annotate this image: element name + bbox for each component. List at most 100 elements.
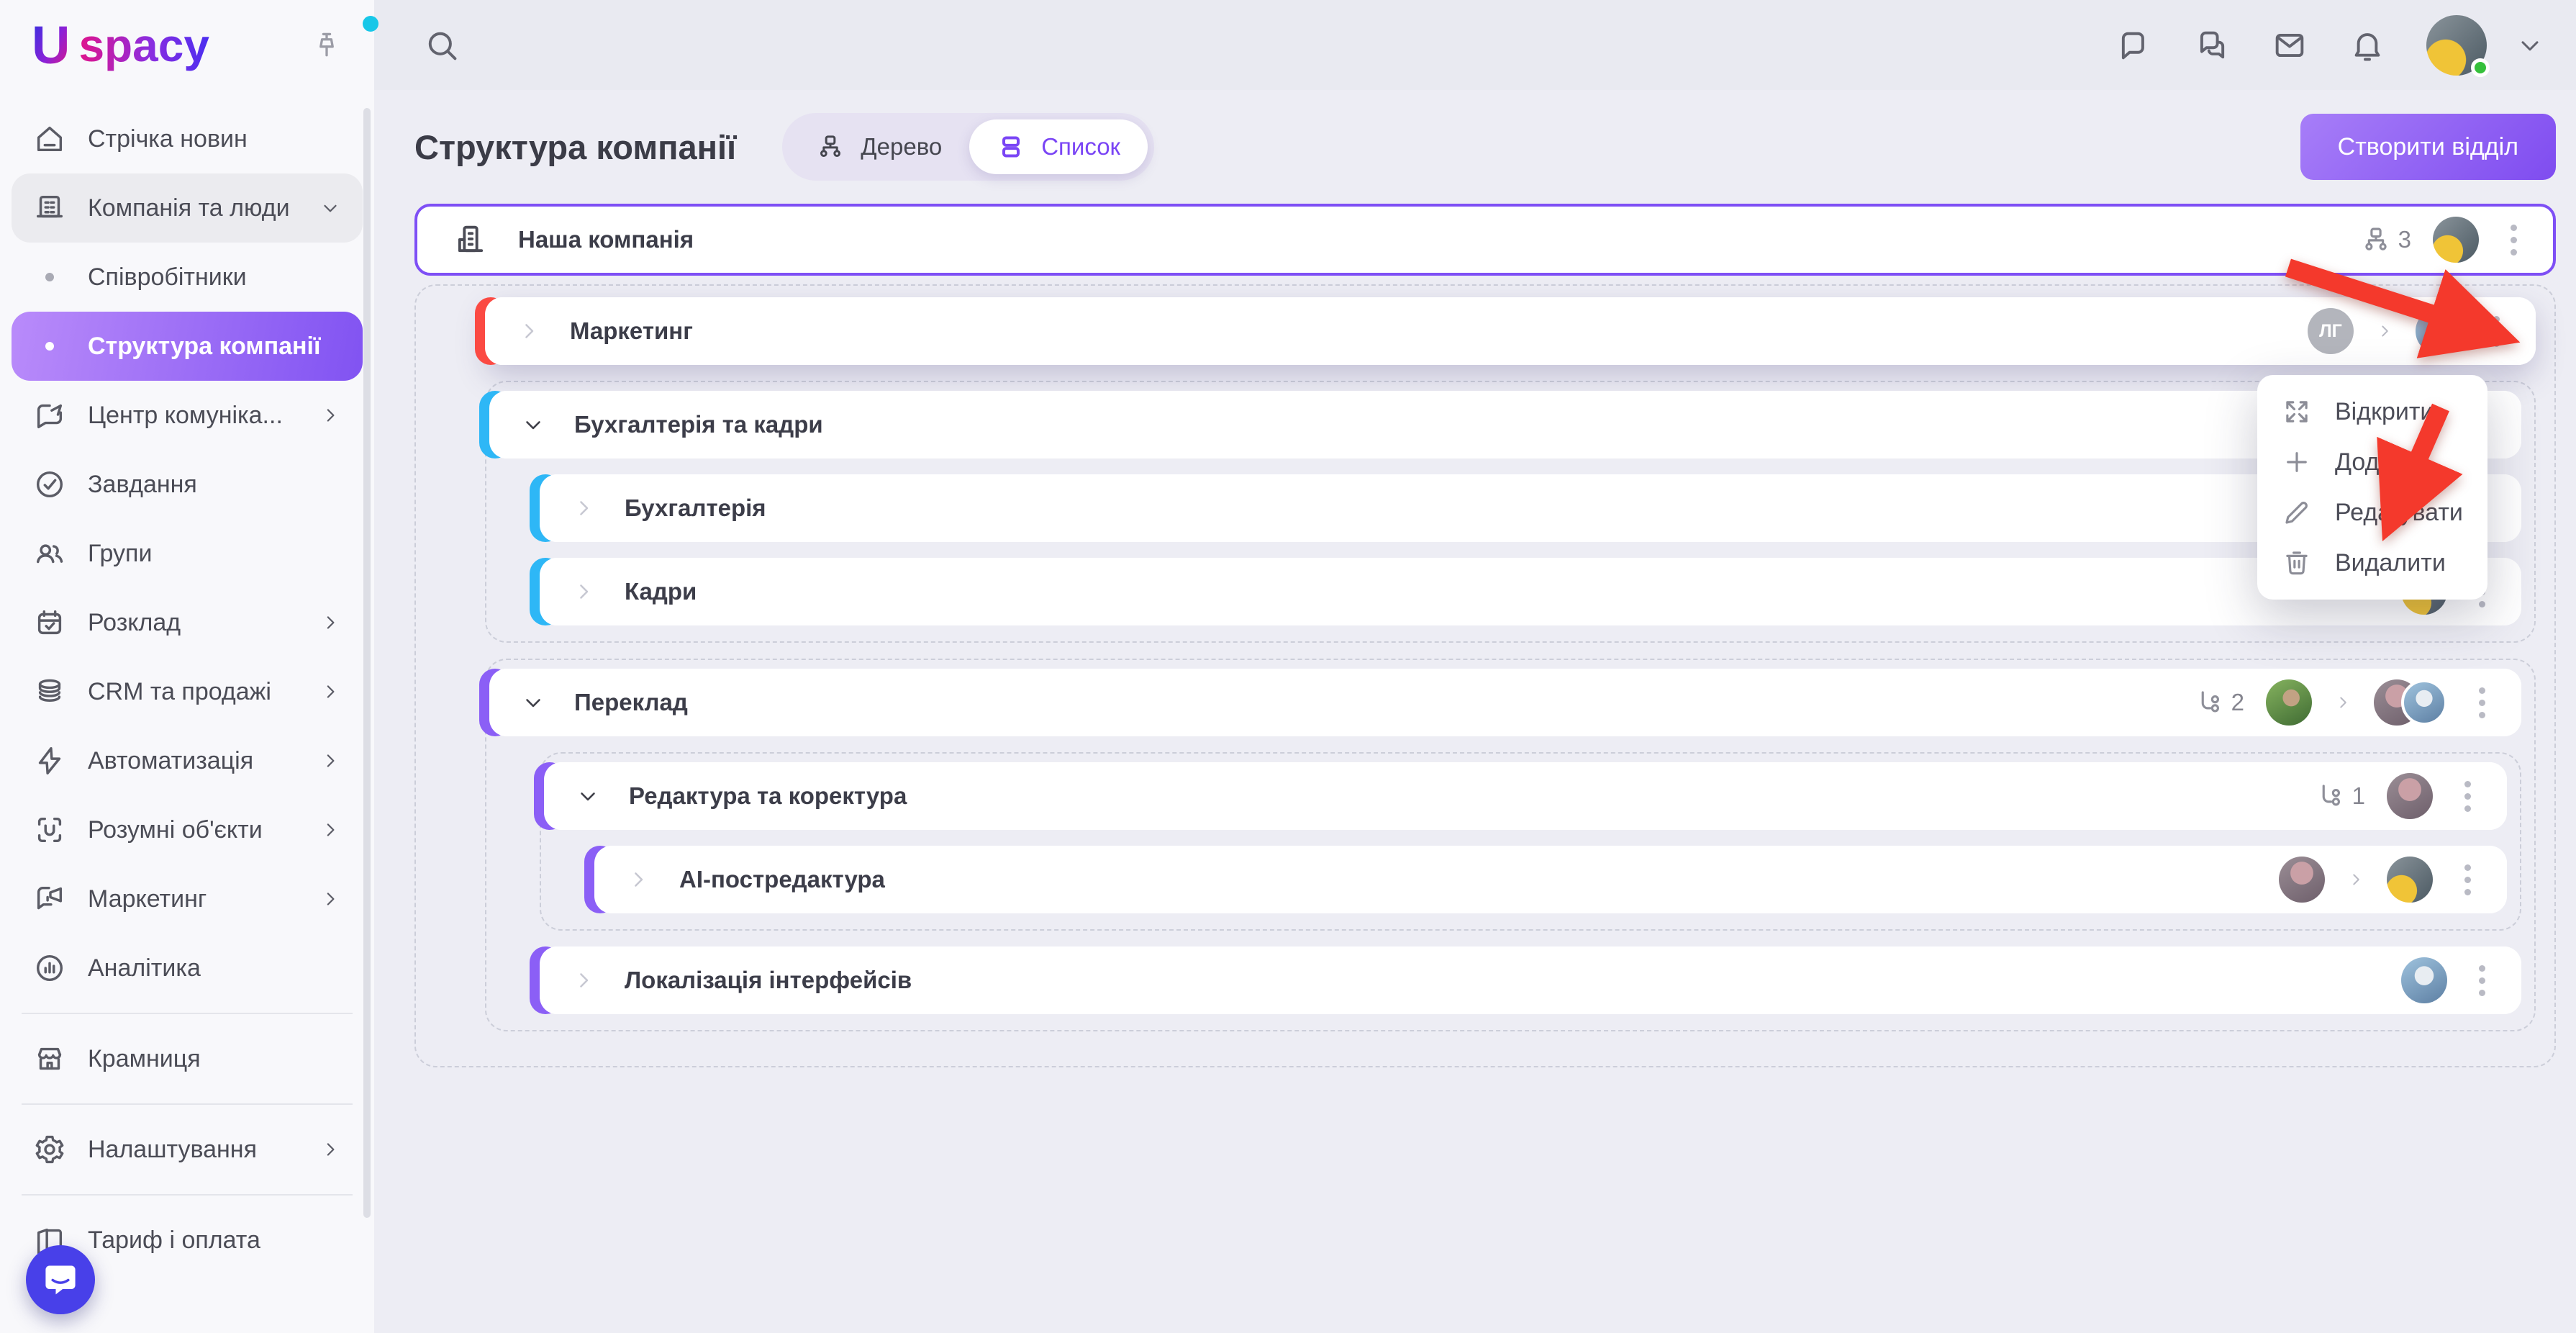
department-row[interactable]: Переклад 2	[489, 669, 2521, 736]
pin-sidebar-icon[interactable]	[311, 30, 343, 61]
avatar[interactable]	[2279, 857, 2325, 903]
menu-item-pencil[interactable]: Редагувати	[2257, 487, 2487, 538]
avatar-stack[interactable]	[2374, 679, 2447, 726]
company-row[interactable]: Наша компанія3	[414, 204, 2556, 276]
chevron-down-icon[interactable]	[521, 690, 545, 715]
chevron-right-icon[interactable]	[626, 867, 650, 892]
department-children: Бухгалтерія Кадри	[540, 474, 2521, 625]
department-name: Переклад	[574, 689, 688, 716]
department-row[interactable]: AI-постредактура	[594, 846, 2507, 913]
bell-icon[interactable]	[2349, 27, 2386, 64]
chevron-right-icon	[319, 750, 341, 772]
chevron-right-icon[interactable]	[571, 496, 596, 520]
sidebar-item-label: Завдання	[88, 471, 197, 499]
mail-icon[interactable]	[2271, 27, 2308, 64]
sidebar-item-16[interactable]: Налаштування	[12, 1115, 363, 1184]
profile-chevron-down-icon[interactable]	[2516, 31, 2544, 60]
menu-item-expand[interactable]: Відкрити	[2257, 387, 2487, 437]
view-toggle-label: Дерево	[861, 133, 942, 161]
sidebar-item-5[interactable]: Завдання	[12, 450, 363, 519]
menu-item-trash[interactable]: Видалити	[2257, 538, 2487, 588]
department-row[interactable]: Локалізація інтерфейсів	[540, 946, 2521, 1014]
search-icon[interactable]	[423, 27, 461, 64]
sidebar-item-label: Групи	[88, 540, 152, 568]
sidebar-item-3[interactable]: Структура компанії	[12, 312, 363, 381]
initials-avatar[interactable]: ЛГ	[2308, 308, 2354, 354]
avatar[interactable]	[2401, 957, 2447, 1003]
sidebar-item-0[interactable]: Стрічка новин	[12, 104, 363, 173]
sidebar-item-1[interactable]: Компанія та люди	[12, 173, 363, 243]
sidebar-item-10[interactable]: Розумні об'єкти	[12, 795, 363, 864]
sidebar-item-7[interactable]: Розклад	[12, 588, 363, 657]
create-department-button[interactable]: Створити відділ	[2300, 114, 2556, 180]
department-row[interactable]: Бухгалтерія та кадри	[489, 391, 2521, 458]
bullet-icon	[45, 273, 54, 281]
department-row[interactable]: Редактура та коректура 1	[544, 762, 2507, 830]
logo-row: U spacy	[0, 0, 374, 90]
sidebar-item-label: Розумні об'єкти	[88, 816, 263, 844]
avatar[interactable]	[2416, 308, 2462, 354]
sidebar-item-label: Компанія та люди	[88, 194, 290, 222]
menu-item-plus[interactable]: Додати	[2257, 437, 2487, 487]
department-group: Редактура та коректура 1 AI-постредактура	[540, 752, 2521, 931]
department-children: AI-постредактура	[594, 846, 2507, 913]
row-right-controls: 1	[2315, 773, 2481, 819]
kebab-menu-icon[interactable]	[2469, 959, 2495, 1002]
sidebar-item-11[interactable]: Маркетинг	[12, 864, 363, 934]
row-right-controls: 2	[2194, 679, 2495, 726]
topbar	[374, 0, 2576, 90]
sidebar-item-label: Автоматизація	[88, 747, 253, 775]
sidebar-divider	[22, 1103, 353, 1105]
avatar[interactable]	[2266, 679, 2312, 726]
chevron-right-icon	[2334, 693, 2352, 712]
chevron-right-icon[interactable]	[571, 968, 596, 993]
avatar[interactable]	[2387, 857, 2433, 903]
page-title: Структура компанії	[414, 127, 736, 167]
view-toggle: Дерево Список	[782, 113, 1154, 181]
chevron-right-icon	[319, 819, 341, 841]
uspacy-logo-mark: U	[32, 14, 68, 76]
kebab-menu-icon[interactable]	[2483, 310, 2510, 353]
page-header: Структура компанії Дерево Список Створити…	[414, 90, 2556, 204]
kebab-menu-icon[interactable]	[2469, 682, 2495, 724]
sidebar-item-8[interactable]: CRM та продажі	[12, 657, 363, 726]
department-row[interactable]: Кадри	[540, 558, 2521, 625]
row-right-controls: ЛГ	[2308, 308, 2510, 354]
sidebar-scrollbar[interactable]	[363, 108, 371, 1218]
sidebar-item-12[interactable]: Аналітика	[12, 934, 363, 1003]
row-right-controls: 3	[2361, 217, 2527, 263]
chevron-right-icon[interactable]	[517, 319, 541, 343]
avatar[interactable]	[2433, 217, 2479, 263]
sidebar-item-2[interactable]: Співробітники	[12, 243, 363, 312]
kebab-menu-icon[interactable]	[2454, 775, 2481, 818]
avatar[interactable]	[2401, 679, 2447, 726]
kebab-menu-icon[interactable]	[2454, 859, 2481, 901]
sidebar-item-label: Аналітика	[88, 954, 201, 982]
view-toggle-tree[interactable]: Дерево	[789, 119, 969, 174]
intercom-launcher[interactable]	[26, 1245, 95, 1314]
comm-icon	[33, 399, 66, 432]
chevron-down-icon[interactable]	[576, 784, 600, 808]
sidebar-item-14[interactable]: Крамниця	[12, 1024, 363, 1093]
chevron-down-icon[interactable]	[521, 412, 545, 437]
kebab-menu-icon[interactable]	[2500, 219, 2527, 261]
sidebar-item-4[interactable]: Центр комуніка...	[12, 381, 363, 450]
view-toggle-list[interactable]: Список	[969, 119, 1148, 174]
comment-icon[interactable]	[2115, 27, 2153, 64]
department-row[interactable]: Бухгалтерія	[540, 474, 2521, 542]
user-avatar[interactable]	[2426, 15, 2487, 76]
company-children-container: МаркетингЛГ Бухгалтерія та кадри Бухгалтер…	[414, 284, 2556, 1067]
department-name: Редактура та коректура	[629, 782, 907, 810]
department-row[interactable]: МаркетингЛГ	[485, 297, 2536, 365]
branch-icon	[2194, 687, 2224, 718]
menu-item-label: Відкрити	[2335, 398, 2434, 426]
subdepartments-count: 1	[2315, 781, 2365, 811]
org-icon	[2361, 225, 2391, 255]
sidebar-divider	[22, 1013, 353, 1014]
sidebar-item-9[interactable]: Автоматизація	[12, 726, 363, 795]
comments-icon[interactable]	[2193, 27, 2231, 64]
avatar[interactable]	[2387, 773, 2433, 819]
chevron-right-icon[interactable]	[571, 579, 596, 604]
sidebar-item-6[interactable]: Групи	[12, 519, 363, 588]
calendar-icon	[33, 606, 66, 639]
